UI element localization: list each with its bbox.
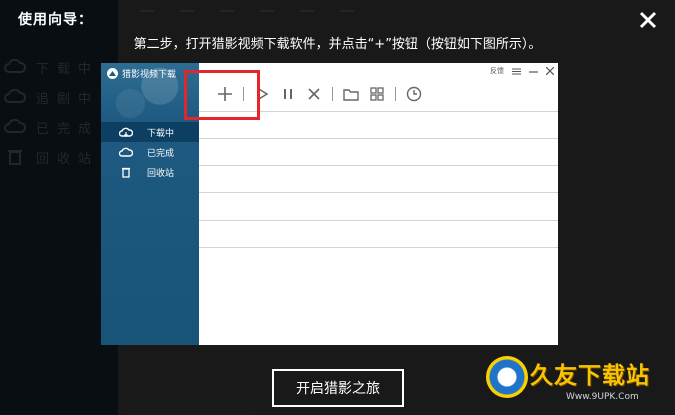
list-row	[199, 138, 558, 165]
screenshot-nav-recycle: 回收站	[101, 162, 199, 182]
minimize-icon	[529, 70, 538, 73]
clock-icon	[406, 86, 422, 102]
folder-icon	[343, 86, 359, 102]
step-instruction: 第二步，打开猎影视频下载软件，并点击“+”按钮（按钮如下图所示）。	[133, 37, 542, 52]
watermark-url: Www.9UPK.Com	[566, 392, 639, 402]
toolbar-divider	[332, 87, 333, 101]
screenshot-nav-label: 下载中	[147, 128, 175, 139]
list-row	[199, 220, 558, 247]
guide-title: 使用向导：	[18, 12, 93, 28]
screenshot-app-name: 猎影视频下载	[122, 70, 177, 80]
pause-icon	[280, 86, 296, 102]
screenshot-nav-completed: 已完成	[101, 142, 199, 162]
screenshot-nav-label: 已完成	[147, 148, 175, 159]
close-button[interactable]	[634, 6, 662, 34]
screenshot-feedback-link: 反馈	[490, 67, 504, 75]
guide-screenshot: 猎影视频下载 下载中 已完成 回收站 反馈	[101, 63, 558, 345]
screenshot-window-buttons: 反馈	[490, 66, 554, 76]
list-row	[199, 247, 558, 274]
watermark: 久友下载站 Www.9UPK.Com	[486, 352, 672, 412]
cloud-download-icon	[119, 127, 133, 137]
watermark-logo-icon	[486, 356, 528, 398]
start-button[interactable]: 开启猎影之旅	[272, 369, 404, 407]
list-row	[199, 192, 558, 220]
screenshot-nav-label: 回收站	[147, 168, 175, 179]
trash-icon	[122, 167, 130, 178]
app-logo-icon	[107, 68, 118, 79]
add-button-highlight	[184, 70, 260, 120]
menu-icon	[512, 68, 521, 74]
grid-icon	[369, 86, 385, 102]
screenshot-nav-downloading: 下载中	[101, 122, 199, 142]
watermark-brand: 久友下载站	[530, 363, 650, 389]
list-row	[199, 165, 558, 192]
screenshot-brand: 猎影视频下载	[107, 67, 176, 80]
window-close-icon	[546, 67, 554, 75]
screenshot-nav: 下载中 已完成 回收站	[101, 122, 199, 182]
delete-icon	[306, 86, 322, 102]
cloud-check-icon	[119, 147, 133, 157]
toolbar-divider	[395, 87, 396, 101]
close-icon	[639, 11, 657, 29]
screenshot-download-list	[199, 111, 558, 274]
